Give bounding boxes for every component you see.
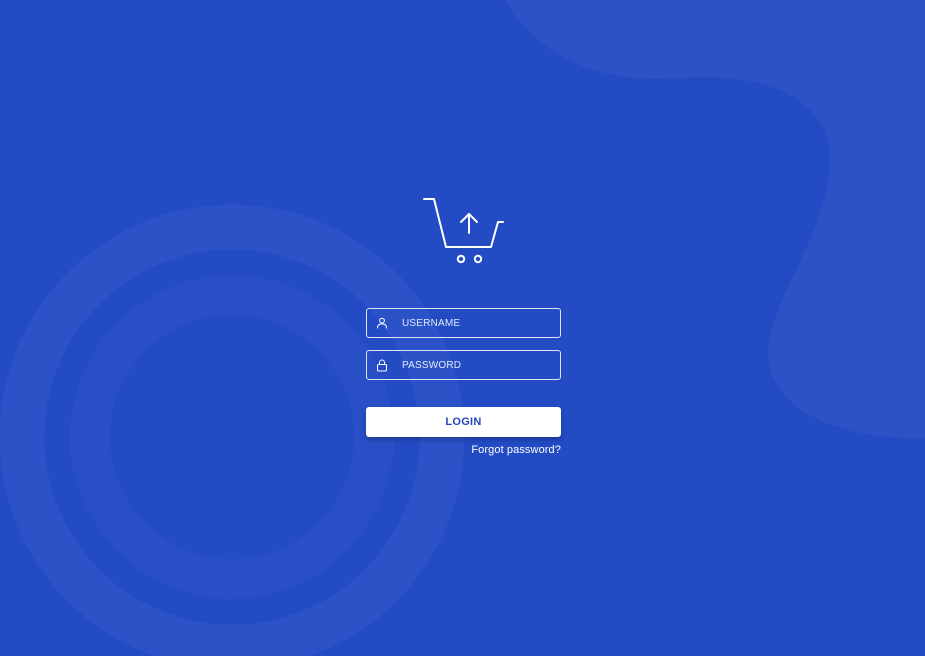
username-field[interactable] [366,308,561,338]
password-field[interactable] [366,350,561,380]
login-button[interactable]: LOGIN [366,407,561,437]
password-input[interactable] [402,352,560,378]
forgot-password-link[interactable]: Forgot password? [471,444,561,456]
username-input[interactable] [402,310,560,336]
shopping-cart-upload-icon [423,198,504,264]
user-icon [375,316,389,330]
lock-icon [375,358,389,372]
